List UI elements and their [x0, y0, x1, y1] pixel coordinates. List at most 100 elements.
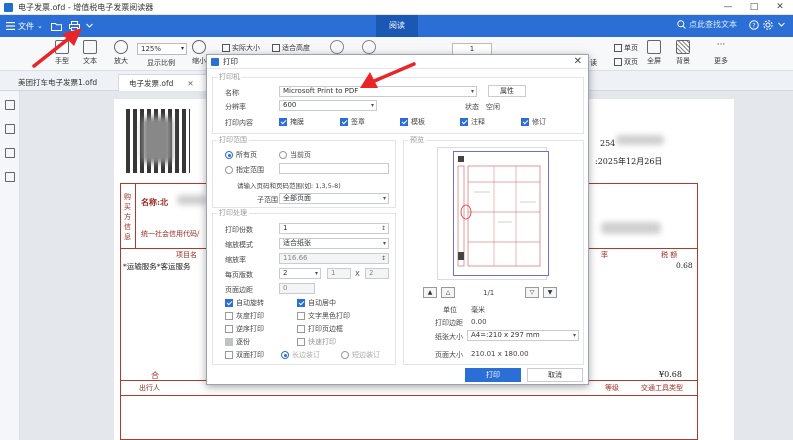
invoice-number: 254	[600, 139, 616, 148]
svg-text:?: ?	[752, 22, 755, 30]
maximize-icon[interactable]: □	[741, 0, 767, 15]
fullscreen-button[interactable]: 全屏	[647, 40, 661, 66]
paper-size-value: A4=:210 x 297 mm	[471, 331, 540, 339]
thumbnail-icon[interactable]	[5, 124, 15, 134]
minimize-icon[interactable]: —	[715, 0, 741, 15]
preview-page-indicator: 1/1	[483, 289, 495, 297]
search-icon	[677, 20, 686, 29]
properties-button[interactable]: 属性	[488, 85, 526, 97]
rate-header: 率	[601, 251, 608, 259]
close-icon[interactable]: ✕	[767, 0, 793, 15]
total-value: ¥0.68	[659, 370, 682, 379]
checkbox-text-black[interactable]: 文字黑色打印	[297, 311, 350, 321]
pages-per-sheet-select[interactable]: 2 ▾	[279, 268, 321, 279]
scale-ratio-input[interactable]: 116.66 ↕	[279, 253, 389, 264]
background-button[interactable]: 背景	[676, 40, 690, 66]
tab-label: 电子发票.ofd	[129, 79, 174, 88]
fit-height-button[interactable]: 适合高度	[272, 43, 310, 53]
search-box[interactable]: 点此查找文本	[677, 19, 737, 30]
structure-icon[interactable]	[5, 148, 15, 158]
page-margin-input[interactable]: 0	[279, 283, 315, 294]
more-button[interactable]: ··· 更多	[714, 40, 728, 66]
paper-size-label: 纸张大小	[435, 333, 463, 341]
checkbox-reverse[interactable]: 逆序打印	[225, 324, 264, 334]
print-margin-value: 0.00	[471, 318, 487, 326]
fit-height-icon	[272, 44, 280, 52]
close-tab-icon[interactable]: ✕	[187, 79, 193, 88]
paper-size-select[interactable]: A4=:210 x 297 mm ▾	[467, 330, 579, 341]
checkbox-revision[interactable]: 修订	[521, 117, 546, 127]
checkbox-fast-print[interactable]: 快速打印	[297, 337, 336, 347]
checkbox-template[interactable]: 模板	[400, 117, 425, 127]
actual-size-button[interactable]: 实际大小	[222, 43, 260, 53]
red-arrow-annotation	[360, 62, 416, 88]
chevron-down-icon: ▾	[314, 270, 318, 277]
status-value: 空闲	[486, 103, 500, 111]
pps-rows-input[interactable]: 2	[365, 268, 389, 279]
stepper-icon[interactable]: ↕	[381, 224, 386, 233]
zoom-in-icon	[114, 40, 128, 54]
vehicle-label: 交通工具类型	[641, 384, 683, 392]
preview-pane	[437, 147, 549, 280]
checkbox-label: 双面打印	[236, 351, 264, 359]
resolution-select[interactable]: 600 ▾	[279, 100, 377, 111]
background-label: 背景	[676, 57, 690, 65]
checkbox-grayscale[interactable]: 灰度打印	[225, 311, 264, 321]
radio-long-edge[interactable]: 长边装订	[281, 350, 320, 360]
outline-icon[interactable]	[5, 100, 15, 110]
range-input[interactable]	[279, 163, 389, 174]
pps-multiply-label: X	[355, 270, 360, 278]
checkbox-auto-center[interactable]: 自动居中	[297, 298, 336, 308]
radio-short-edge[interactable]: 短边装订	[341, 350, 380, 360]
radio-specific-range[interactable]: 指定范围	[225, 165, 264, 175]
buyer-name-label: 名称:北	[141, 197, 168, 207]
scale-mode-select[interactable]: 适合纸张 ▾	[279, 238, 389, 249]
chevron-down-icon: ▾	[382, 195, 386, 202]
chevron-down-icon: ▾	[382, 240, 386, 247]
checkbox-collate[interactable]: 逐份	[225, 337, 250, 347]
zoom-out-button[interactable]: 缩小	[192, 40, 206, 66]
single-page-button[interactable]: 单页	[614, 43, 638, 53]
single-page-label: 单页	[624, 44, 638, 52]
stepper-icon[interactable]: ↕	[381, 254, 386, 263]
checkbox-duplex[interactable]: 双面打印	[225, 350, 264, 360]
window-controls: — □ ✕	[715, 0, 793, 15]
last-page-button[interactable]: ▼	[543, 287, 557, 298]
printer-value: Microsoft Print to PDF	[283, 87, 359, 95]
radio-label: 当前页	[290, 151, 311, 159]
pps-columns-input[interactable]: 1	[327, 268, 351, 279]
copies-input[interactable]: 1 ↕	[279, 223, 389, 234]
print-confirm-button[interactable]: 打印	[465, 368, 521, 382]
double-page-button[interactable]: 双页	[614, 57, 638, 67]
subrange-select[interactable]: 全部页面 ▾	[279, 193, 389, 204]
checkbox-mask[interactable]: 掩膜	[279, 117, 304, 127]
radio-all-pages[interactable]: 所有页	[225, 150, 257, 160]
checkbox-auto-rotate[interactable]: 自动旋转	[225, 298, 264, 308]
next-page-button[interactable]: ▽	[525, 287, 539, 298]
invoice-date: :2025年12月26日	[595, 157, 663, 166]
prev-page-button[interactable]: △	[441, 287, 455, 298]
checkbox-seal[interactable]: 签章	[340, 117, 365, 127]
zoom-in-button[interactable]: 放大	[114, 40, 128, 66]
radio-current-page[interactable]: 当前页	[279, 150, 311, 160]
page-size-value: 210.01 x 180.00	[471, 350, 529, 358]
close-icon[interactable]: ✕	[574, 56, 582, 67]
annotation-icon[interactable]	[5, 172, 15, 182]
checkbox-print-border[interactable]: 打印页边框	[297, 324, 343, 334]
menu-bar: 文件 ⌄ 阅读 点此查找文本 ?	[0, 15, 793, 37]
zoom-ratio-select[interactable]: 125% ▾	[137, 43, 187, 55]
radio-dot	[279, 151, 287, 159]
checkbox-box	[340, 118, 348, 126]
checkbox-label: 签章	[351, 118, 365, 126]
preview-invoice-thumbnail	[457, 156, 541, 267]
first-page-button[interactable]: ▲	[423, 287, 437, 298]
zoom-ratio-label: 显示比例	[147, 59, 175, 67]
tab-read[interactable]: 阅读	[376, 15, 418, 37]
settings-button[interactable]	[763, 20, 773, 30]
tab-document-1[interactable]: 美团打车电子发票1.ofd	[8, 74, 107, 91]
checkbox-annotation[interactable]: 注释	[460, 117, 485, 127]
menu-options-button[interactable]	[778, 20, 785, 30]
help-button[interactable]: ?	[749, 20, 759, 30]
fullscreen-label: 全屏	[647, 57, 661, 65]
cancel-button[interactable]: 取消	[527, 368, 583, 382]
